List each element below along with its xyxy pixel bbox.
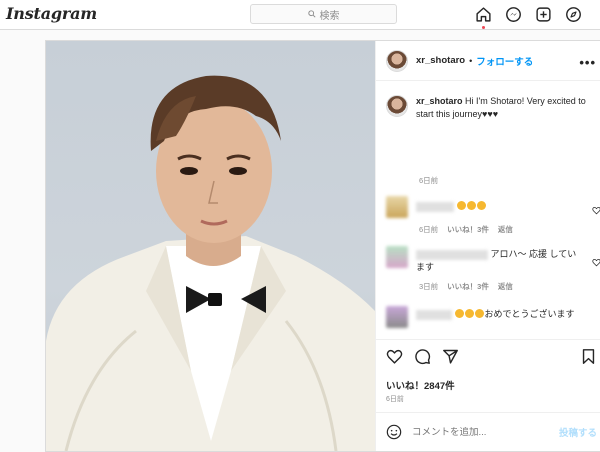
comment-text: アロハ〜 応援 しています xyxy=(416,248,584,274)
comment-likes[interactable]: いいね！3件 xyxy=(447,281,489,292)
caption-time: 6日前 xyxy=(419,176,439,185)
avatar[interactable] xyxy=(386,306,408,328)
post-sidebar: xr_shotaro • フォローする ••• xr_shotaro Hi I'… xyxy=(375,41,600,451)
comment-icon[interactable] xyxy=(414,348,431,365)
new-post-button[interactable] xyxy=(534,5,553,24)
post-header: xr_shotaro • フォローする ••• xyxy=(376,41,600,81)
like-comment-icon[interactable] xyxy=(592,258,600,267)
share-icon[interactable] xyxy=(442,348,459,365)
comment-likes[interactable]: いいね！3件 xyxy=(447,224,489,235)
heart-icon[interactable] xyxy=(386,348,403,365)
search-placeholder: 検索 xyxy=(319,10,340,22)
list-item: おめでとうございます xyxy=(386,306,600,337)
post-comment-button[interactable]: 投稿する xyxy=(559,425,597,439)
top-navbar: Instagram 検索 xyxy=(0,0,600,30)
comment-time: 3日前 xyxy=(419,282,439,291)
clap-emoji-icon xyxy=(476,201,486,210)
reply-button[interactable]: 返信 xyxy=(498,281,513,292)
follow-button[interactable]: フォローする xyxy=(476,54,533,68)
list-item: アロハ〜 応援 しています 3日前 いいね！3件 返信 xyxy=(386,246,600,292)
avatar[interactable] xyxy=(386,49,408,72)
comment-text: おめでとうございます xyxy=(416,308,584,321)
post-caption: xr_shotaro Hi I'm Shotaro! Very excited … xyxy=(386,95,596,121)
comment-text xyxy=(416,200,584,213)
search-box[interactable]: 検索 xyxy=(250,4,397,24)
blurred-username xyxy=(416,309,452,320)
add-comment-bar: 投稿する xyxy=(376,412,600,451)
caption-text: xr_shotaro Hi I'm Shotaro! Very excited … xyxy=(416,95,586,121)
home-icon xyxy=(476,7,491,22)
comment-body: おめでとうございます xyxy=(484,309,575,319)
clap-emoji-icon xyxy=(474,309,484,318)
avatar[interactable] xyxy=(386,95,408,117)
comment-time: 6日前 xyxy=(419,225,439,234)
comments-list[interactable]: xr_shotaro Hi I'm Shotaro! Very excited … xyxy=(376,81,600,337)
search-icon xyxy=(307,10,316,18)
avatar[interactable] xyxy=(386,196,408,218)
likes-count[interactable]: いいね！2847件 xyxy=(386,378,455,392)
comment-meta: 3日前 いいね！3件 返信 xyxy=(419,281,513,292)
blurred-username xyxy=(416,201,454,212)
clap-emoji-icon xyxy=(456,201,466,210)
post-actions: いいね！2847件 6日前 xyxy=(376,339,600,411)
separator-dot: • xyxy=(469,55,473,66)
clap-emoji-icon xyxy=(466,201,476,210)
messenger-icon xyxy=(506,7,521,22)
explore-button[interactable] xyxy=(564,5,583,24)
clap-emoji-icon xyxy=(454,309,464,318)
post-modal: xr_shotaro • フォローする ••• xr_shotaro Hi I'… xyxy=(45,40,600,452)
portrait-image xyxy=(46,75,375,451)
active-indicator xyxy=(482,26,485,29)
caption-username[interactable]: xr_shotaro xyxy=(416,96,463,106)
bookmark-icon[interactable] xyxy=(580,348,597,365)
post-time: 6日前 xyxy=(386,396,404,403)
messenger-button[interactable] xyxy=(504,5,523,24)
more-options-button[interactable]: ••• xyxy=(579,55,596,70)
avatar[interactable] xyxy=(386,246,408,268)
home-button[interactable] xyxy=(474,5,493,29)
emoji-icon[interactable] xyxy=(386,424,402,440)
blurred-username xyxy=(416,249,488,260)
comment-input[interactable] xyxy=(412,426,562,438)
list-item: 6日前 いいね！3件 返信 xyxy=(386,196,600,240)
username-link[interactable]: xr_shotaro xyxy=(416,55,465,66)
new-post-icon xyxy=(536,7,551,22)
comment-meta: 6日前 いいね！3件 返信 xyxy=(419,224,513,235)
instagram-logo[interactable]: Instagram xyxy=(6,4,97,23)
explore-icon xyxy=(566,7,581,22)
caption-hearts: ♥♥♥ xyxy=(482,109,499,119)
like-comment-icon[interactable] xyxy=(592,206,600,215)
post-photo[interactable] xyxy=(46,41,375,451)
reply-button[interactable]: 返信 xyxy=(498,224,513,235)
clap-emoji-icon xyxy=(464,309,474,318)
